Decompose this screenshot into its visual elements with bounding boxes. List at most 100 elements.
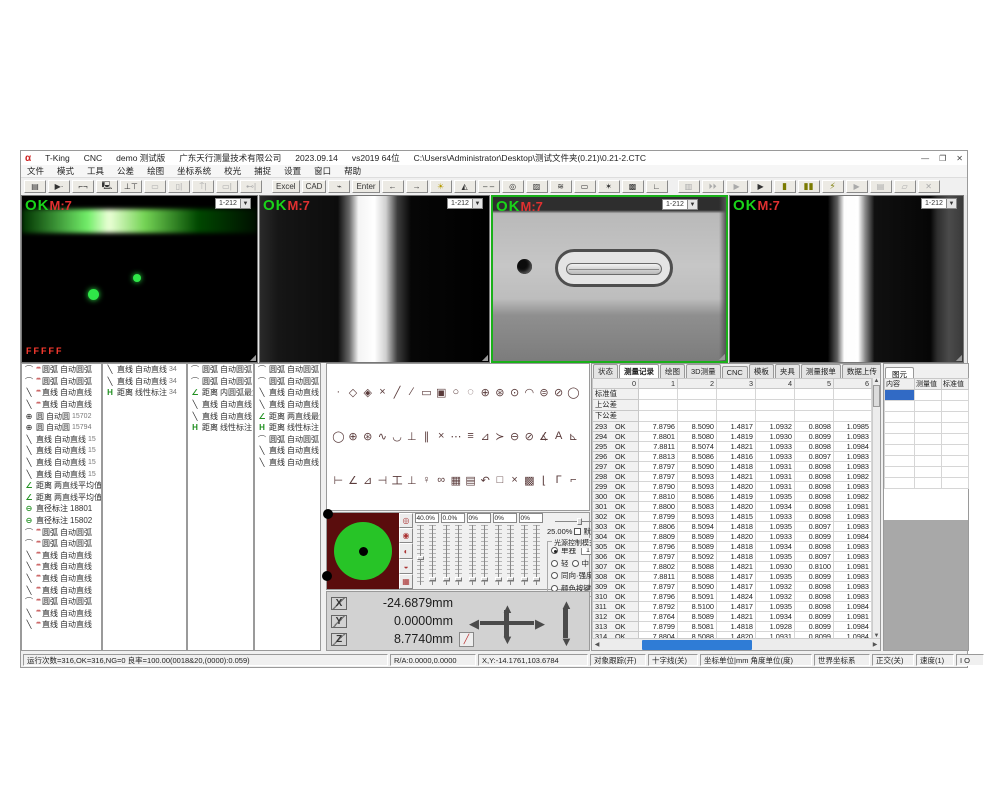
- jog-xy-control[interactable]: ◀ ▶ ▲ ▼: [469, 604, 545, 644]
- list-item[interactable]: ╲直线自动直线55: [255, 387, 320, 399]
- list-item[interactable]: ⊖直径标注18801: [22, 503, 101, 515]
- light-slider[interactable]: [507, 525, 514, 585]
- list-item[interactable]: ╲直线自动直线55: [255, 457, 320, 469]
- slider-thumb[interactable]: [455, 577, 462, 581]
- measure-tool-icon[interactable]: ⊕: [346, 428, 361, 444]
- list-item[interactable]: ╲直线自动直线15: [22, 445, 101, 457]
- menu-item[interactable]: 工具: [87, 165, 104, 177]
- measure-tool-icon[interactable]: ∡: [537, 428, 552, 444]
- toolbar-button[interactable]: ▮▮: [798, 180, 820, 193]
- list-item[interactable]: ∠距离内圆弧最大值: [188, 387, 253, 399]
- toolbar-button[interactable]: ✕: [918, 180, 940, 193]
- measure-tool-icon[interactable]: □: [493, 472, 508, 488]
- measure-tool-icon[interactable]: 工: [390, 472, 405, 488]
- hscroll-thumb[interactable]: [642, 640, 752, 650]
- info-row[interactable]: [885, 434, 969, 445]
- measure-tool-icon[interactable]: ⊢: [331, 472, 346, 488]
- measure-tool-icon[interactable]: ▤: [463, 472, 478, 488]
- measure-tool-icon[interactable]: ∠: [346, 472, 361, 488]
- measure-tool-icon[interactable]: ∕: [404, 384, 419, 400]
- info-row[interactable]: [885, 467, 969, 478]
- toolbar-button[interactable]: ▶: [750, 180, 772, 193]
- tab-3[interactable]: 3D测量: [686, 364, 721, 378]
- menu-item[interactable]: 公差: [117, 165, 134, 177]
- measure-tool-icon[interactable]: ▣: [434, 384, 449, 400]
- camera-view-1[interactable]: OKM:7 1-212▼ FFFFF ◢: [21, 195, 258, 363]
- toolbar-button[interactable]: ≋: [550, 180, 572, 193]
- toolbar-button[interactable]: ▩: [622, 180, 644, 193]
- table-row[interactable]: 313OK7.87998.50811.48181.09280.80991.098…: [593, 622, 872, 632]
- toolbar-button[interactable]: ▤: [24, 180, 46, 193]
- list-item[interactable]: ∠距离两直线最大值: [255, 410, 320, 422]
- tolerance-row[interactable]: 上公差: [593, 400, 872, 411]
- measure-tool-icon[interactable]: ×: [507, 472, 522, 488]
- default-mode-checkbox[interactable]: [574, 528, 581, 535]
- light-slider[interactable]: [533, 525, 540, 585]
- table-row[interactable]: 308OK7.88118.50881.48171.09350.80991.098…: [593, 572, 872, 582]
- measure-tool-icon[interactable]: ▭: [419, 384, 434, 400]
- tolerance-row[interactable]: 下公差: [593, 411, 872, 422]
- list-item[interactable]: ╲直线自动直线15: [22, 468, 101, 480]
- toolbar-button[interactable]: ▱: [894, 180, 916, 193]
- toolbar-button[interactable]: 🖳: [96, 180, 118, 193]
- toolbar-button[interactable]: ⊷|: [240, 180, 262, 193]
- toolbar-button[interactable]: ←: [382, 180, 404, 193]
- toolbar-button[interactable]: ⊥⊤: [120, 180, 142, 193]
- list-item[interactable]: ∠距离两直线平均值: [22, 480, 101, 492]
- measure-tool-icon[interactable]: ⊕: [478, 384, 493, 400]
- toolbar-button[interactable]: ▨: [526, 180, 548, 193]
- tab-6[interactable]: 夹具: [775, 364, 800, 378]
- table-row[interactable]: 295OK7.88118.50741.48211.09330.80981.098…: [593, 442, 872, 452]
- table-row[interactable]: 303OK7.88068.50941.48181.09350.80971.098…: [593, 522, 872, 532]
- table-row[interactable]: 297OK7.87978.50901.48181.09310.80981.098…: [593, 462, 872, 472]
- list-item[interactable]: ╲***直线自动直线: [22, 387, 101, 399]
- menu-item[interactable]: 文件: [27, 165, 44, 177]
- toolbar-button[interactable]: →: [406, 180, 428, 193]
- lens-selector[interactable]: 1-212▼: [447, 198, 483, 209]
- light-slider[interactable]: [443, 525, 450, 585]
- minimize-button[interactable]: —: [921, 154, 929, 163]
- measure-tool-icon[interactable]: ◡: [390, 428, 405, 444]
- radio-direction[interactable]: [551, 572, 558, 579]
- list-item[interactable]: ╲***直线自动直线: [22, 561, 101, 573]
- measure-tool-icon[interactable]: ⋯: [449, 428, 464, 444]
- menu-item[interactable]: 坐标系统: [177, 165, 211, 177]
- toolbar-button-excel[interactable]: Excel: [272, 180, 300, 193]
- menu-item[interactable]: 帮助: [344, 165, 361, 177]
- table-row[interactable]: 304OK7.88098.50891.48201.09330.80991.098…: [593, 532, 872, 542]
- measure-tool-icon[interactable]: ×: [375, 384, 390, 400]
- table-row[interactable]: 299OK7.87908.50931.48201.09310.80981.098…: [593, 482, 872, 492]
- measure-tool-icon[interactable]: ♀: [419, 472, 434, 488]
- list-item[interactable]: ╲直线自动直线34: [103, 376, 186, 388]
- table-row[interactable]: 294OK7.88018.50801.48191.09300.80991.098…: [593, 432, 872, 442]
- measure-tool-icon[interactable]: ≻: [493, 428, 508, 444]
- chevron-down-icon[interactable]: ▼: [687, 200, 697, 209]
- table-row[interactable]: 296OK7.88138.50861.48161.09330.80971.098…: [593, 452, 872, 462]
- list-item[interactable]: ╲***直线自动直线: [22, 584, 101, 596]
- list-item[interactable]: H距离线性标注55: [255, 422, 320, 434]
- measure-tool-icon[interactable]: ⊛: [360, 428, 375, 444]
- measure-tool-icon[interactable]: ≡: [463, 428, 478, 444]
- jog-z-control[interactable]: ▲ ▼: [559, 600, 573, 646]
- light-slider[interactable]: [495, 525, 502, 585]
- menu-item[interactable]: 模式: [57, 165, 74, 177]
- table-row[interactable]: 302OK7.87998.50931.48151.09330.80981.098…: [593, 512, 872, 522]
- measure-tool-icon[interactable]: ⊿: [360, 472, 375, 488]
- list-item[interactable]: ⌒圆弧自动圆弧66: [188, 364, 253, 376]
- tab-active-1[interactable]: 测量记录: [619, 364, 659, 378]
- measure-tool-icon[interactable]: ◌: [463, 384, 478, 400]
- list-item[interactable]: ⌒***圆弧自动圆弧: [22, 538, 101, 550]
- info-row[interactable]: [885, 412, 969, 423]
- info-row[interactable]: [885, 445, 969, 456]
- resize-grip-icon[interactable]: ◢: [719, 352, 725, 361]
- list-item[interactable]: H距离线性标注34: [103, 387, 186, 399]
- table-row[interactable]: 310OK7.87968.50911.48241.09320.80981.098…: [593, 592, 872, 602]
- tab-0[interactable]: 状态: [593, 364, 618, 378]
- table-row[interactable]: 293OK7.87968.50901.48171.09320.80981.098…: [593, 422, 872, 432]
- list-item[interactable]: ╲直线自动直线66: [188, 410, 253, 422]
- chevron-down-icon[interactable]: ▼: [240, 199, 250, 208]
- toolbar-button[interactable]: ☀: [430, 180, 452, 193]
- slider-thumb[interactable]: [417, 556, 424, 560]
- radio-single[interactable]: [551, 547, 558, 554]
- table-row[interactable]: 298OK7.87978.50931.48211.09310.80981.098…: [593, 472, 872, 482]
